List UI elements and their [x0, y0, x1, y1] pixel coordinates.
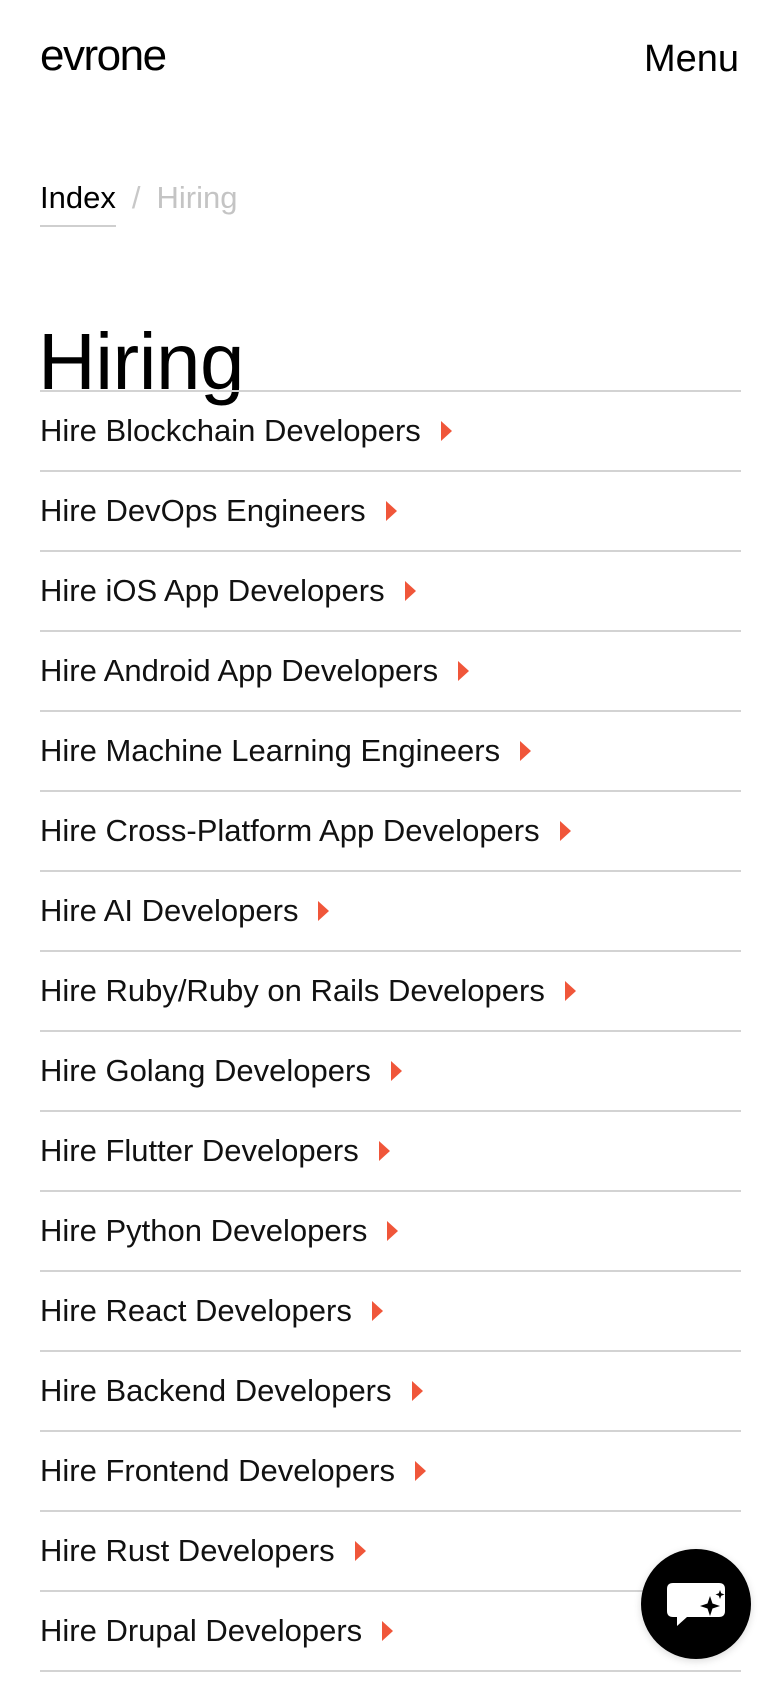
hiring-link-ruby[interactable]: Hire Ruby/Ruby on Rails Developers: [40, 952, 741, 1032]
hiring-link-rust[interactable]: Hire Rust Developers: [40, 1512, 741, 1592]
hiring-link-list: Hire Blockchain Developers Hire DevOps E…: [40, 390, 741, 1672]
caret-right-icon: [378, 1141, 390, 1161]
hiring-link-ios[interactable]: Hire iOS App Developers: [40, 552, 741, 632]
hiring-link-label: Hire Machine Learning Engineers: [40, 733, 501, 768]
site-header: evrone Menu: [0, 0, 780, 120]
hiring-link-label: Hire Ruby/Ruby on Rails Developers: [40, 973, 545, 1008]
breadcrumb-current: Hiring: [156, 180, 238, 215]
caret-right-icon: [318, 901, 330, 921]
hiring-link-flutter[interactable]: Hire Flutter Developers: [40, 1112, 741, 1192]
hiring-link-react[interactable]: Hire React Developers: [40, 1272, 741, 1352]
chat-button[interactable]: [641, 1549, 751, 1659]
caret-right-icon: [387, 1221, 399, 1241]
breadcrumb: Index / Hiring: [40, 182, 237, 227]
caret-right-icon: [520, 741, 532, 761]
hiring-link-drupal[interactable]: Hire Drupal Developers: [40, 1592, 741, 1672]
hiring-link-label: Hire Python Developers: [40, 1213, 368, 1248]
hiring-link-android[interactable]: Hire Android App Developers: [40, 632, 741, 712]
hiring-link-label: Hire Cross-Platform App Developers: [40, 813, 540, 848]
caret-right-icon: [404, 581, 416, 601]
hiring-link-golang[interactable]: Hire Golang Developers: [40, 1032, 741, 1112]
breadcrumb-separator: /: [131, 180, 141, 215]
caret-right-icon: [411, 1381, 423, 1401]
hiring-link-label: Hire iOS App Developers: [40, 573, 385, 608]
caret-right-icon: [440, 421, 452, 441]
hiring-link-label: Hire Blockchain Developers: [40, 413, 421, 448]
hiring-link-ai[interactable]: Hire AI Developers: [40, 872, 741, 952]
caret-right-icon: [371, 1301, 383, 1321]
hiring-link-blockchain[interactable]: Hire Blockchain Developers: [40, 392, 741, 472]
hiring-link-machine-learning[interactable]: Hire Machine Learning Engineers: [40, 712, 741, 792]
evrone-logo[interactable]: evrone: [40, 34, 167, 78]
caret-right-icon: [385, 501, 397, 521]
hiring-link-label: Hire AI Developers: [40, 893, 299, 928]
hiring-link-label: Hire Drupal Developers: [40, 1613, 363, 1648]
breadcrumb-index-link[interactable]: Index: [40, 182, 116, 227]
hiring-link-label: Hire Rust Developers: [40, 1533, 335, 1568]
caret-right-icon: [382, 1621, 394, 1641]
caret-right-icon: [559, 821, 571, 841]
hiring-link-label: Hire DevOps Engineers: [40, 493, 366, 528]
chat-sparkle-icon: [667, 1583, 725, 1626]
caret-right-icon: [354, 1541, 366, 1561]
hiring-link-label: Hire React Developers: [40, 1293, 352, 1328]
menu-button[interactable]: Menu: [644, 40, 739, 78]
hiring-link-label: Hire Backend Developers: [40, 1373, 392, 1408]
hiring-link-frontend[interactable]: Hire Frontend Developers: [40, 1432, 741, 1512]
hiring-link-label: Hire Frontend Developers: [40, 1453, 395, 1488]
hiring-link-label: Hire Golang Developers: [40, 1053, 371, 1088]
caret-right-icon: [564, 981, 576, 1001]
hiring-link-python[interactable]: Hire Python Developers: [40, 1192, 741, 1272]
caret-right-icon: [458, 661, 470, 681]
caret-right-icon: [390, 1061, 402, 1081]
caret-right-icon: [414, 1461, 426, 1481]
hiring-link-backend[interactable]: Hire Backend Developers: [40, 1352, 741, 1432]
hiring-link-devops[interactable]: Hire DevOps Engineers: [40, 472, 741, 552]
hiring-link-label: Hire Flutter Developers: [40, 1133, 359, 1168]
hiring-link-cross-platform[interactable]: Hire Cross-Platform App Developers: [40, 792, 741, 872]
hiring-link-label: Hire Android App Developers: [40, 653, 439, 688]
